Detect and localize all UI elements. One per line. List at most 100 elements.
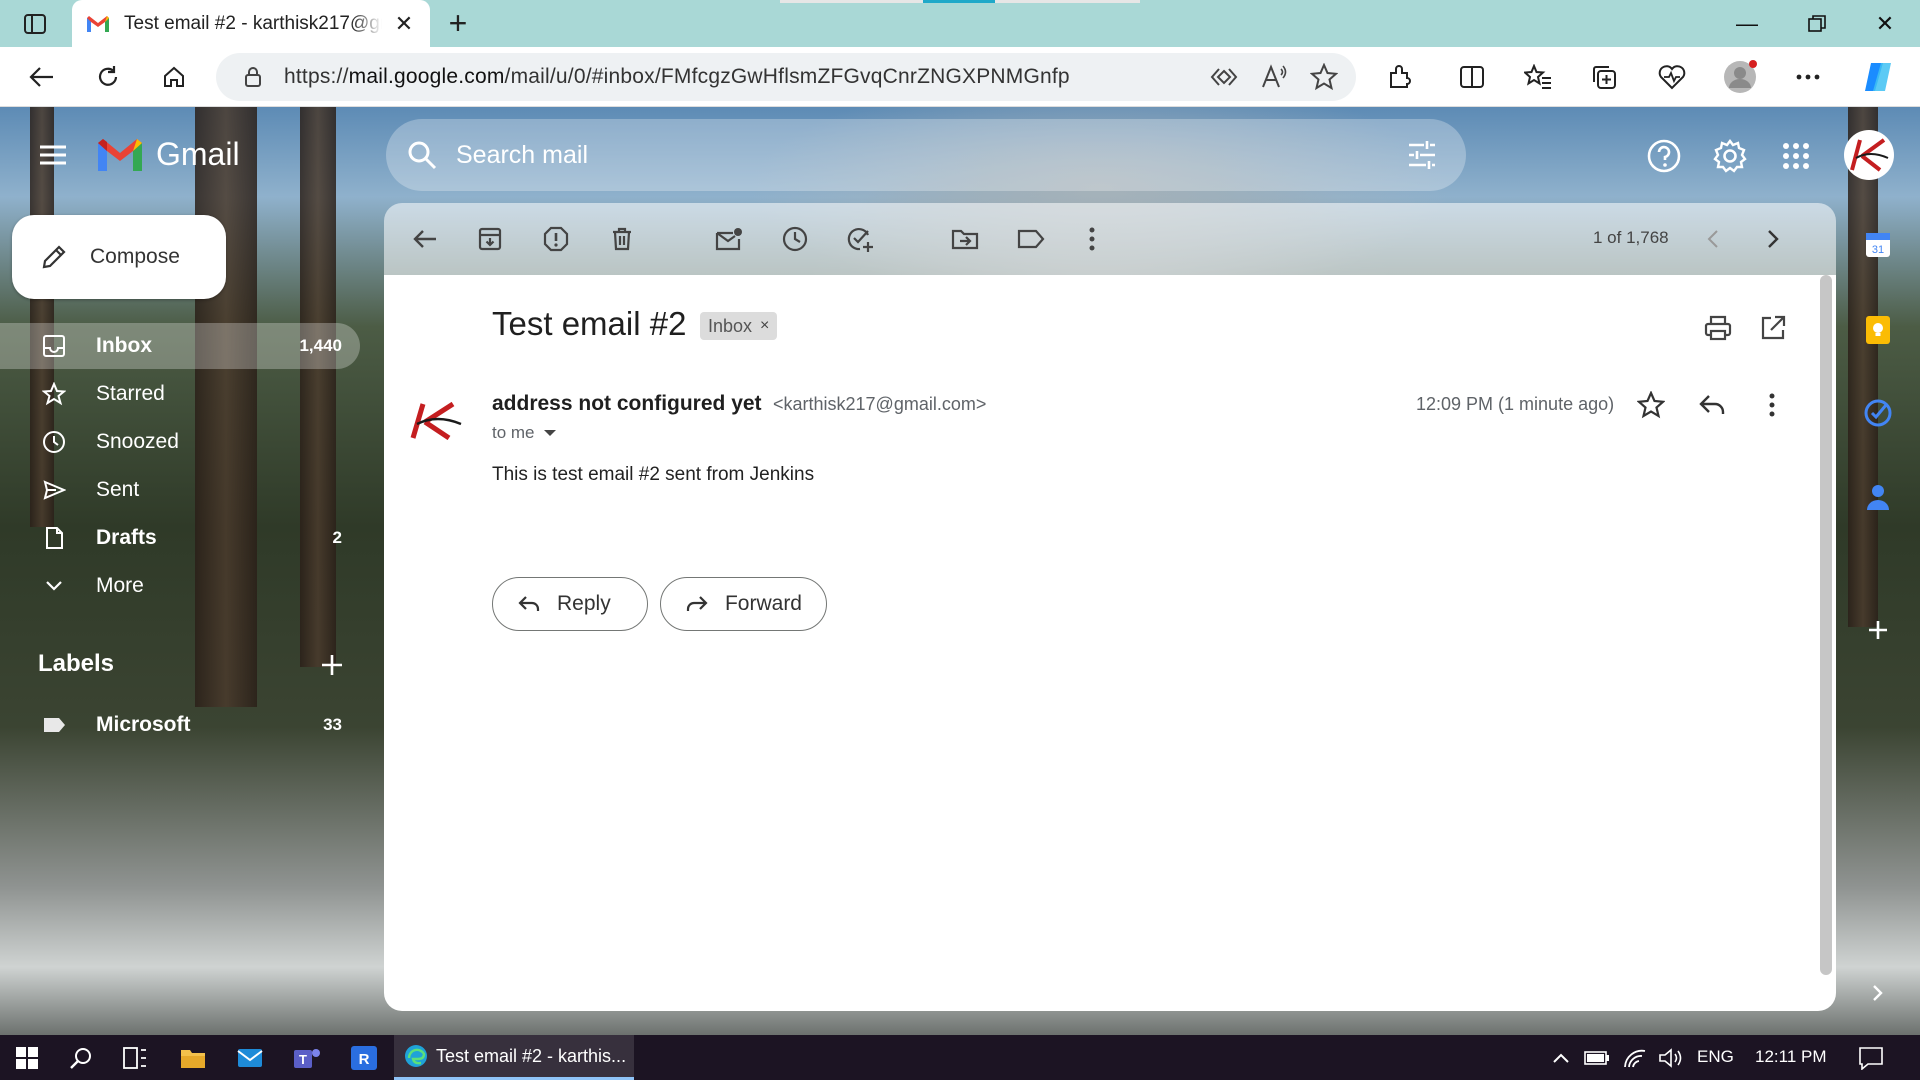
nav-item-label: Inbox bbox=[96, 334, 152, 357]
recipients-text: to me bbox=[492, 423, 535, 442]
tab-title: Test email #2 - karthisk217@gmail.com bbox=[124, 12, 382, 34]
tab-actions-icon[interactable] bbox=[16, 10, 54, 38]
archive-icon[interactable] bbox=[475, 224, 505, 254]
nav-item-starred[interactable]: Starred bbox=[0, 371, 360, 417]
snooze-icon[interactable] bbox=[780, 224, 810, 254]
mail-app-icon[interactable] bbox=[233, 1041, 267, 1075]
read-aloud-icon[interactable] bbox=[1260, 63, 1288, 91]
url-prefix: https:// bbox=[284, 65, 349, 88]
message-scrollbar[interactable] bbox=[1820, 275, 1832, 975]
copilot-icon[interactable] bbox=[1858, 59, 1898, 95]
message-body: This is test email #2 sent from Jenkins bbox=[492, 464, 815, 485]
recipients-toggle[interactable]: to me bbox=[492, 423, 557, 443]
nav-item-more[interactable]: More bbox=[0, 563, 360, 609]
labels-heading: Labels bbox=[38, 650, 115, 677]
more-options-icon[interactable] bbox=[1077, 224, 1107, 254]
add-label-icon[interactable] bbox=[318, 651, 346, 679]
message-more-icon[interactable] bbox=[1769, 393, 1775, 422]
sender-name[interactable]: address not configured yet bbox=[492, 392, 762, 416]
show-hidden-icons-icon[interactable] bbox=[1544, 1041, 1578, 1075]
search-options-icon[interactable] bbox=[1406, 139, 1438, 171]
close-window-button[interactable]: ✕ bbox=[1850, 0, 1920, 47]
nav-item-inbox[interactable]: Inbox 1,440 bbox=[0, 323, 360, 369]
svg-text:R: R bbox=[359, 1051, 370, 1068]
settings-gear-icon[interactable] bbox=[1712, 138, 1748, 174]
calendar-icon[interactable]: 31 bbox=[1862, 229, 1894, 261]
home-button[interactable] bbox=[154, 59, 194, 95]
refresh-button[interactable] bbox=[88, 59, 128, 95]
search-icon[interactable] bbox=[406, 139, 438, 171]
input-language[interactable]: ENG bbox=[1697, 1047, 1734, 1067]
extensions-icon[interactable] bbox=[1380, 59, 1420, 95]
add-to-tasks-icon[interactable] bbox=[845, 224, 875, 254]
mark-as-unread-icon[interactable] bbox=[714, 224, 744, 254]
compose-button[interactable]: Compose bbox=[12, 215, 226, 299]
move-to-icon[interactable] bbox=[950, 224, 980, 254]
battery-icon[interactable] bbox=[1580, 1041, 1614, 1075]
taskbar-search-icon[interactable] bbox=[64, 1041, 98, 1075]
svg-text:31: 31 bbox=[1872, 244, 1884, 256]
volume-icon[interactable] bbox=[1654, 1041, 1688, 1075]
search-input[interactable]: Search mail bbox=[456, 141, 588, 170]
address-bar[interactable]: https://mail.google.com/mail/u/0/#inbox/… bbox=[216, 53, 1356, 101]
app-available-icon[interactable] bbox=[1210, 63, 1238, 91]
nav-item-drafts[interactable]: Drafts 2 bbox=[0, 515, 360, 561]
url-text[interactable]: https://mail.google.com/mail/u/0/#inbox/… bbox=[284, 65, 1070, 89]
hide-side-panel-icon[interactable] bbox=[1862, 977, 1894, 1009]
lock-icon[interactable] bbox=[244, 66, 262, 88]
browser-essentials-icon[interactable] bbox=[1652, 59, 1692, 95]
star-message-icon[interactable] bbox=[1636, 390, 1666, 424]
wifi-icon[interactable] bbox=[1618, 1041, 1652, 1075]
label-item-microsoft[interactable]: Microsoft 33 bbox=[0, 702, 360, 748]
report-spam-icon[interactable] bbox=[541, 224, 571, 254]
google-apps-icon[interactable] bbox=[1778, 138, 1814, 174]
print-icon[interactable] bbox=[1704, 314, 1732, 347]
older-message-icon[interactable] bbox=[1758, 224, 1788, 254]
notification-center-icon[interactable] bbox=[1854, 1041, 1888, 1075]
remote-app-icon[interactable]: R bbox=[347, 1041, 381, 1075]
new-tab-button[interactable]: + bbox=[440, 6, 476, 42]
favorite-star-icon[interactable] bbox=[1310, 63, 1338, 91]
back-button[interactable] bbox=[22, 59, 62, 95]
favorites-icon[interactable] bbox=[1518, 59, 1558, 95]
nav-item-sent[interactable]: Sent bbox=[0, 467, 360, 513]
keep-icon[interactable] bbox=[1862, 314, 1894, 346]
nav-item-snoozed[interactable]: Snoozed bbox=[0, 419, 360, 465]
settings-more-icon[interactable] bbox=[1788, 59, 1828, 95]
get-addons-icon[interactable] bbox=[1862, 614, 1894, 646]
profile-icon[interactable] bbox=[1720, 59, 1760, 95]
teams-icon[interactable]: T bbox=[290, 1041, 324, 1075]
windows-start-icon[interactable] bbox=[10, 1041, 44, 1075]
account-avatar[interactable] bbox=[1844, 130, 1894, 180]
forward-button[interactable]: Forward bbox=[660, 577, 827, 631]
search-bar[interactable]: Search mail bbox=[386, 119, 1466, 191]
chip-label: Inbox bbox=[708, 315, 753, 336]
minimize-button[interactable]: — bbox=[1712, 0, 1782, 47]
reply-button[interactable]: Reply bbox=[492, 577, 648, 631]
tab-close-icon[interactable]: ✕ bbox=[392, 11, 416, 37]
back-to-inbox-icon[interactable] bbox=[410, 224, 440, 254]
labels-icon[interactable] bbox=[1016, 224, 1046, 254]
contacts-icon[interactable] bbox=[1862, 481, 1894, 513]
sender-avatar[interactable] bbox=[405, 390, 465, 450]
gmail-logo[interactable]: Gmail bbox=[96, 136, 240, 173]
remove-label-icon[interactable]: × bbox=[760, 317, 769, 335]
collections-icon[interactable] bbox=[1584, 59, 1624, 95]
main-menu-icon[interactable] bbox=[36, 138, 70, 172]
inbox-label-chip[interactable]: Inbox × bbox=[700, 312, 778, 340]
task-view-icon[interactable] bbox=[118, 1041, 152, 1075]
browser-tab-active[interactable]: Test email #2 - karthisk217@gmail.com ✕ bbox=[72, 0, 430, 47]
nav-item-label: Starred bbox=[96, 382, 165, 405]
open-in-new-window-icon[interactable] bbox=[1759, 314, 1787, 347]
taskbar-edge-window[interactable]: Test email #2 - karthis... bbox=[394, 1035, 634, 1080]
reply-icon[interactable] bbox=[1698, 393, 1726, 422]
split-screen-icon[interactable] bbox=[1452, 59, 1492, 95]
delete-icon[interactable] bbox=[607, 224, 637, 254]
system-clock[interactable]: 12:11 PM bbox=[1755, 1047, 1827, 1067]
tasks-icon[interactable] bbox=[1862, 397, 1894, 429]
file-explorer-icon[interactable] bbox=[176, 1041, 210, 1075]
newer-message-icon[interactable] bbox=[1698, 224, 1728, 254]
support-icon[interactable] bbox=[1646, 138, 1682, 174]
restore-button[interactable] bbox=[1782, 0, 1852, 47]
url-path: /mail/u/0/#inbox/FMfcgzGwHflsmZFGvqCnrZN… bbox=[504, 65, 1070, 88]
